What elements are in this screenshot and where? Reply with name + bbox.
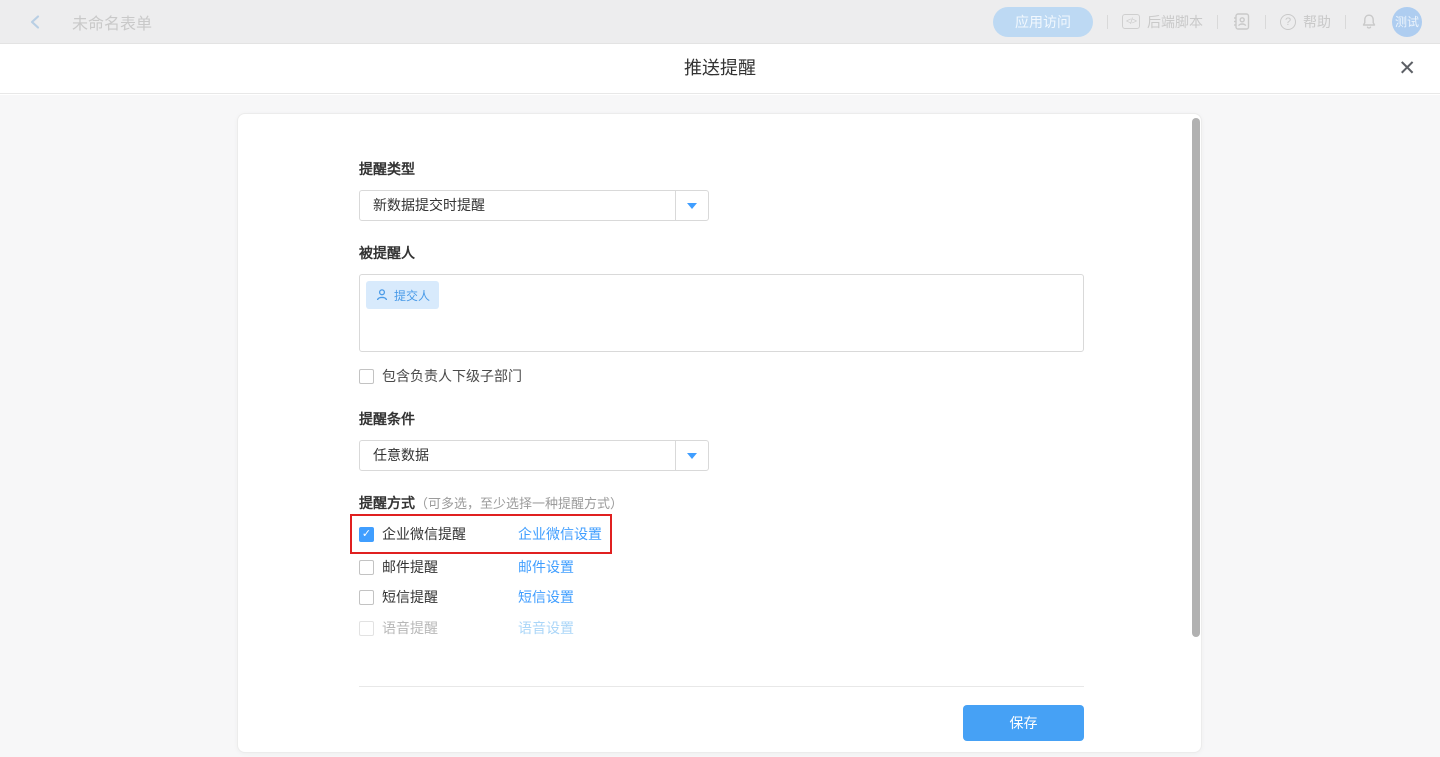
mail-checkbox[interactable] <box>359 560 374 575</box>
condition-label: 提醒条件 <box>359 410 1084 429</box>
scrollbar-thumb[interactable] <box>1192 118 1200 637</box>
wechat-checkbox[interactable]: ✓ <box>359 527 374 542</box>
condition-select[interactable]: 任意数据 <box>359 440 709 471</box>
help-label: 帮助 <box>1303 12 1331 32</box>
backend-script-button[interactable]: </> 后端脚本 <box>1122 12 1203 32</box>
method-row-wechat: ✓ 企业微信提醒 企业微信设置 <box>359 526 759 542</box>
method-row-mail: 邮件提醒 邮件设置 <box>359 559 759 575</box>
app-access-button[interactable]: 应用访问 <box>993 7 1093 37</box>
back-icon[interactable] <box>26 12 46 32</box>
highlight-box: ✓ 企业微信提醒 企业微信设置 <box>350 514 612 554</box>
include-subdept-checkbox[interactable]: 包含负责人下级子部门 <box>359 366 759 386</box>
voice-label: 语音提醒 <box>382 618 438 638</box>
methods-hint: （可多选，至少选择一种提醒方式） <box>415 493 623 512</box>
sms-checkbox[interactable] <box>359 590 374 605</box>
question-icon: ? <box>1280 14 1296 30</box>
backend-script-label: 后端脚本 <box>1147 12 1203 32</box>
mail-label: 邮件提醒 <box>382 557 438 577</box>
header-divider <box>1107 15 1108 29</box>
wechat-settings-link[interactable]: 企业微信设置 <box>518 524 602 544</box>
method-row-voice: 语音提醒 语音设置 <box>359 620 759 636</box>
help-button[interactable]: ? 帮助 <box>1280 12 1331 32</box>
close-icon[interactable]: ✕ <box>1398 58 1416 79</box>
sms-settings-link[interactable]: 短信设置 <box>518 587 574 607</box>
voice-checkbox <box>359 621 374 636</box>
code-icon: </> <box>1122 14 1140 29</box>
settings-card: 提醒类型 新数据提交时提醒 被提醒人 提交人 包含负责人 <box>237 113 1202 753</box>
form-title: 未命名表单 <box>72 10 152 34</box>
reminder-type-label: 提醒类型 <box>359 160 1084 179</box>
checkbox-icon[interactable] <box>359 369 374 384</box>
sms-label: 短信提醒 <box>382 587 438 607</box>
mail-settings-link[interactable]: 邮件设置 <box>518 557 574 577</box>
header-divider <box>1345 15 1346 29</box>
screen: 未命名表单 应用访问 </> 后端脚本 ? 帮助 <box>0 0 1440 757</box>
save-button[interactable]: 保存 <box>963 705 1084 741</box>
modal-body: 提醒类型 新数据提交时提醒 被提醒人 提交人 包含负责人 <box>0 95 1440 757</box>
footer-divider <box>359 686 1084 687</box>
recipient-tag-label: 提交人 <box>394 287 430 304</box>
reminder-type-select[interactable]: 新数据提交时提醒 <box>359 190 709 221</box>
wechat-label: 企业微信提醒 <box>382 524 466 544</box>
modal-titlebar: 推送提醒 ✕ <box>0 44 1440 94</box>
contacts-icon[interactable] <box>1232 12 1251 31</box>
avatar[interactable]: 测试 <box>1392 7 1422 37</box>
header-divider <box>1265 15 1266 29</box>
method-row-sms: 短信提醒 短信设置 <box>359 589 759 605</box>
include-subdept-label: 包含负责人下级子部门 <box>382 366 522 386</box>
chevron-down-icon <box>675 441 708 470</box>
methods-label: 提醒方式 <box>359 494 415 513</box>
methods-label-row: 提醒方式 （可多选，至少选择一种提醒方式） <box>359 493 1084 512</box>
modal-title: 推送提醒 <box>0 44 1440 93</box>
voice-settings-link: 语音设置 <box>518 618 574 638</box>
recipient-tag[interactable]: 提交人 <box>366 281 439 309</box>
header-divider <box>1217 15 1218 29</box>
bell-icon[interactable] <box>1360 13 1378 31</box>
condition-value: 任意数据 <box>360 441 675 470</box>
recipients-box[interactable]: 提交人 <box>359 274 1084 352</box>
person-icon <box>375 288 389 302</box>
top-header: 未命名表单 应用访问 </> 后端脚本 ? 帮助 <box>0 0 1440 44</box>
chevron-down-icon <box>675 191 708 220</box>
recipients-label: 被提醒人 <box>359 244 1084 263</box>
reminder-type-value: 新数据提交时提醒 <box>360 191 675 220</box>
check-icon: ✓ <box>362 529 371 540</box>
